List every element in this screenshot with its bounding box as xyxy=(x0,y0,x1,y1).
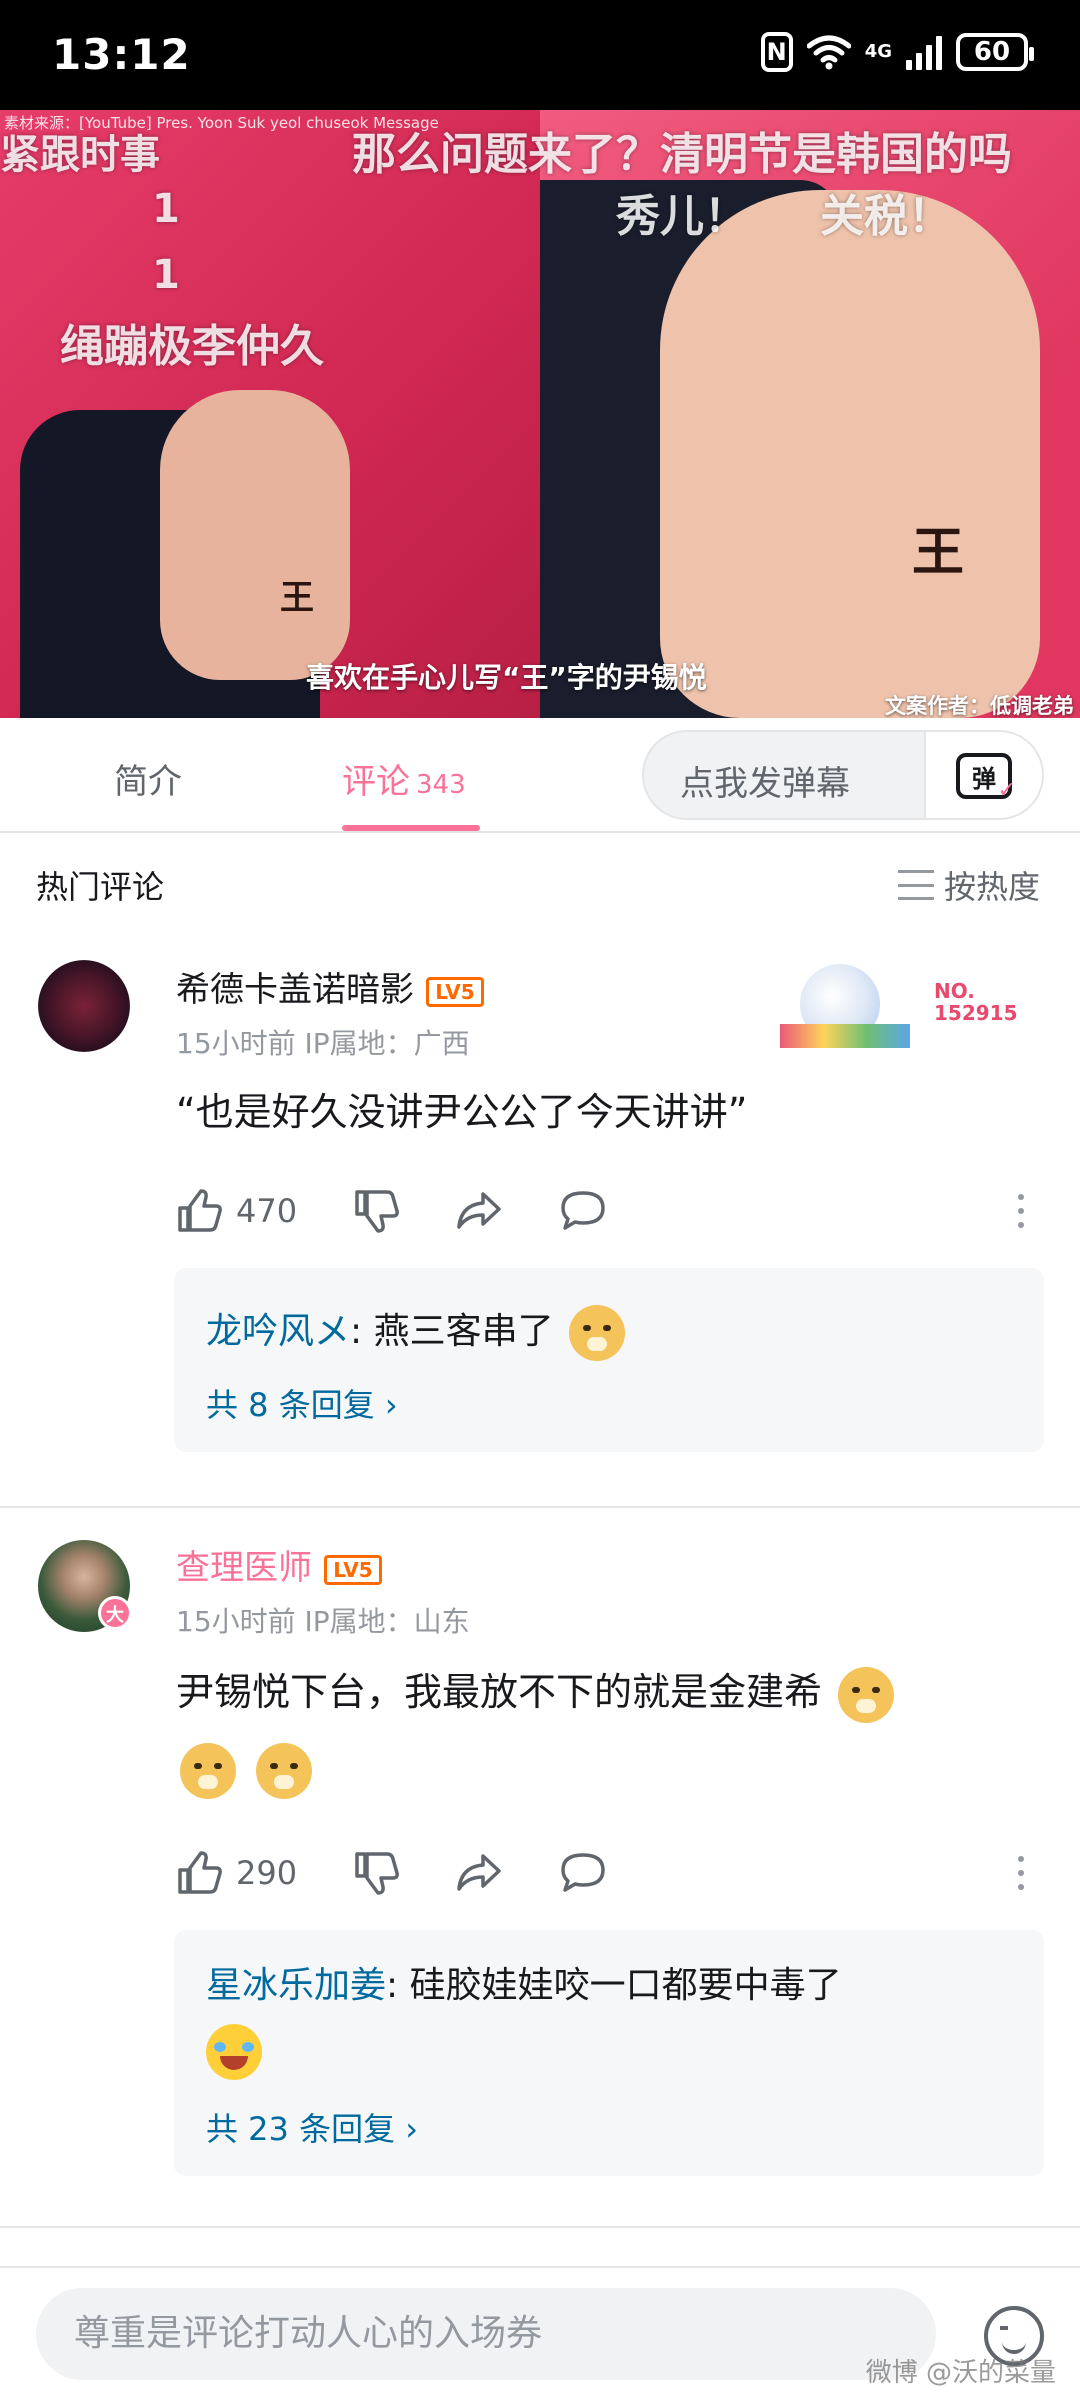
like-button[interactable]: 470 xyxy=(176,1188,297,1234)
comment-username[interactable]: 查理医师 LV5 xyxy=(176,1540,382,1589)
share-icon xyxy=(457,1192,501,1229)
like-button[interactable]: 290 xyxy=(176,1850,297,1896)
danmaku-4: 绳蹦极李仲久 xyxy=(60,321,324,372)
danmaku-7: 关税！ xyxy=(820,191,952,242)
doge-emoji-icon xyxy=(838,1666,895,1723)
comment-divider xyxy=(0,1506,1080,1508)
tab-active-indicator xyxy=(342,825,480,831)
view-replies-link[interactable]: 共 8 条回复 › xyxy=(206,1380,398,1426)
comment-actions: 470 xyxy=(176,1188,607,1234)
avatar[interactable] xyxy=(38,960,130,1052)
status-bar: 13:12 N 4G 60 xyxy=(0,0,1080,110)
more-options-icon[interactable] xyxy=(1018,1856,1024,1890)
reply-emoji-line xyxy=(206,2024,262,2080)
check-icon: ✓ xyxy=(997,778,1016,803)
doge-emoji-icon xyxy=(256,1742,313,1799)
vip-badge: 大 xyxy=(98,1596,132,1630)
comment-username[interactable]: 希德卡盖诺暗影 LV5 xyxy=(176,962,484,1011)
video-player[interactable]: 王 王 素材来源：[YouTube] Pres. Yoon Suk yeol c… xyxy=(0,110,1080,718)
reply-username[interactable]: 龙吟风メ xyxy=(206,1311,350,1352)
view-replies-link[interactable]: 共 23 条回复 › xyxy=(206,2104,418,2150)
danmaku-6: 秀儿！ xyxy=(616,191,748,242)
sort-icon xyxy=(897,870,934,900)
reply-line: 星冰乐加姜: 硅胶娃娃咬一口都要中毒了 xyxy=(206,1956,842,2008)
nfc-icon: N xyxy=(760,32,793,72)
danmaku-3: 1 xyxy=(152,252,180,298)
tab-comments-label: 评论 xyxy=(342,762,410,802)
fan-badge-num: 152915 xyxy=(934,1001,1018,1025)
network-type: 4G xyxy=(864,41,892,62)
more-options-icon[interactable] xyxy=(1018,1194,1024,1228)
level-badge: LV5 xyxy=(324,1554,382,1585)
username-text: 希德卡盖诺暗影 xyxy=(176,970,414,1010)
fan-badge-flowers xyxy=(780,1024,910,1048)
danmaku-5: 那么问题来了？清明节是韩国的吗 xyxy=(352,129,1012,180)
laugh-cry-emoji-icon xyxy=(206,2024,262,2080)
palm-left xyxy=(160,390,350,680)
wifi-icon xyxy=(806,35,851,70)
palm-mark-left: 王 xyxy=(280,578,314,618)
reply-button[interactable] xyxy=(559,1188,607,1234)
comment-count: 343 xyxy=(416,770,466,800)
like-count: 290 xyxy=(236,1854,298,1892)
signal-icon xyxy=(906,34,942,70)
comment-actions: 290 xyxy=(176,1850,607,1896)
dislike-button[interactable] xyxy=(353,1188,399,1234)
tab-bar: 简介 评论 343 点我发弹幕 弹 ✓ xyxy=(0,718,1080,833)
reply-button[interactable] xyxy=(559,1850,607,1896)
level-badge: LV5 xyxy=(426,976,484,1007)
thumb-down-icon xyxy=(355,1190,399,1233)
sort-label: 按热度 xyxy=(943,868,1040,906)
comment-text-body: 尹锡悦下台，我最放不下的就是金建希 xyxy=(176,1670,823,1714)
hot-comments-title: 热门评论 xyxy=(36,868,165,906)
battery-level: 60 xyxy=(973,37,1011,67)
doge-emoji-icon xyxy=(180,1742,236,1799)
thumb-up-icon xyxy=(178,1189,222,1232)
comment-bubble-icon xyxy=(561,1191,605,1230)
palm-right xyxy=(660,190,1040,718)
fan-badge-no: NO. xyxy=(934,979,975,1003)
fan-badge xyxy=(780,954,920,1054)
comment-divider xyxy=(0,2226,1080,2228)
reply-line: 龙吟风メ: 燕三客串了 xyxy=(206,1302,629,1361)
danmu-toggle-button[interactable]: 弹 ✓ xyxy=(924,732,1042,818)
like-count: 470 xyxy=(236,1192,298,1230)
danmaku-1: 紧跟时事 xyxy=(0,132,160,178)
reply-username[interactable]: 星冰乐加姜 xyxy=(206,1965,386,2006)
comment-meta: 15小时前 IP属地：山东 xyxy=(176,1605,470,1638)
video-author: 文案作者：低调老弟 xyxy=(885,694,1074,718)
reply-text: : 硅胶娃娃咬一口都要中毒了 xyxy=(386,1965,842,2006)
doge-emoji-icon xyxy=(569,1305,626,1361)
watermark: 微博 @沃的菜量 xyxy=(865,2358,1056,2388)
thumb-down-icon xyxy=(355,1852,399,1895)
comment-text: “也是好久没讲尹公公了今天讲讲” xyxy=(176,1090,748,1134)
video-caption: 喜欢在手心儿写“王”字的尹锡悦 xyxy=(306,661,707,694)
fan-badge-number: NO. 152915 xyxy=(934,980,1018,1024)
danmu-placeholder: 点我发弹幕 xyxy=(680,764,850,804)
comment-input[interactable]: 尊重是评论打动人心的入场券 xyxy=(36,2288,936,2380)
dislike-button[interactable] xyxy=(353,1850,399,1896)
tab-intro[interactable]: 简介 xyxy=(114,754,182,803)
comment-text: 尹锡悦下台，我最放不下的就是金建希 xyxy=(176,1654,1036,1806)
danmu-button-label: 弹 xyxy=(972,764,996,793)
comment-bubble-icon xyxy=(561,1853,605,1892)
danmaku-2: 1 xyxy=(152,186,180,232)
status-time: 13:12 xyxy=(52,30,191,79)
share-icon xyxy=(457,1854,501,1891)
comment-meta: 15小时前 IP属地：广西 xyxy=(176,1027,470,1060)
thumb-up-icon xyxy=(178,1851,222,1894)
reply-text: : 燕三客串了 xyxy=(350,1311,554,1352)
palm-mark-right: 王 xyxy=(912,522,965,583)
battery-icon: 60 xyxy=(956,33,1034,71)
sort-button[interactable]: 按热度 xyxy=(897,862,1040,908)
share-button[interactable] xyxy=(455,1850,503,1896)
reply-preview[interactable]: 龙吟风メ: 燕三客串了 共 8 条回复 › xyxy=(174,1268,1044,1452)
share-button[interactable] xyxy=(455,1188,503,1234)
danmu-input[interactable]: 点我发弹幕 弹 ✓ xyxy=(642,730,1044,820)
danmu-tv-icon: 弹 ✓ xyxy=(956,753,1016,803)
status-icons: N 4G 60 xyxy=(760,32,1034,72)
username-text: 查理医师 xyxy=(176,1548,312,1588)
reply-preview[interactable]: 星冰乐加姜: 硅胶娃娃咬一口都要中毒了 共 23 条回复 › xyxy=(174,1930,1044,2176)
tab-comments[interactable]: 评论 343 xyxy=(342,754,466,803)
